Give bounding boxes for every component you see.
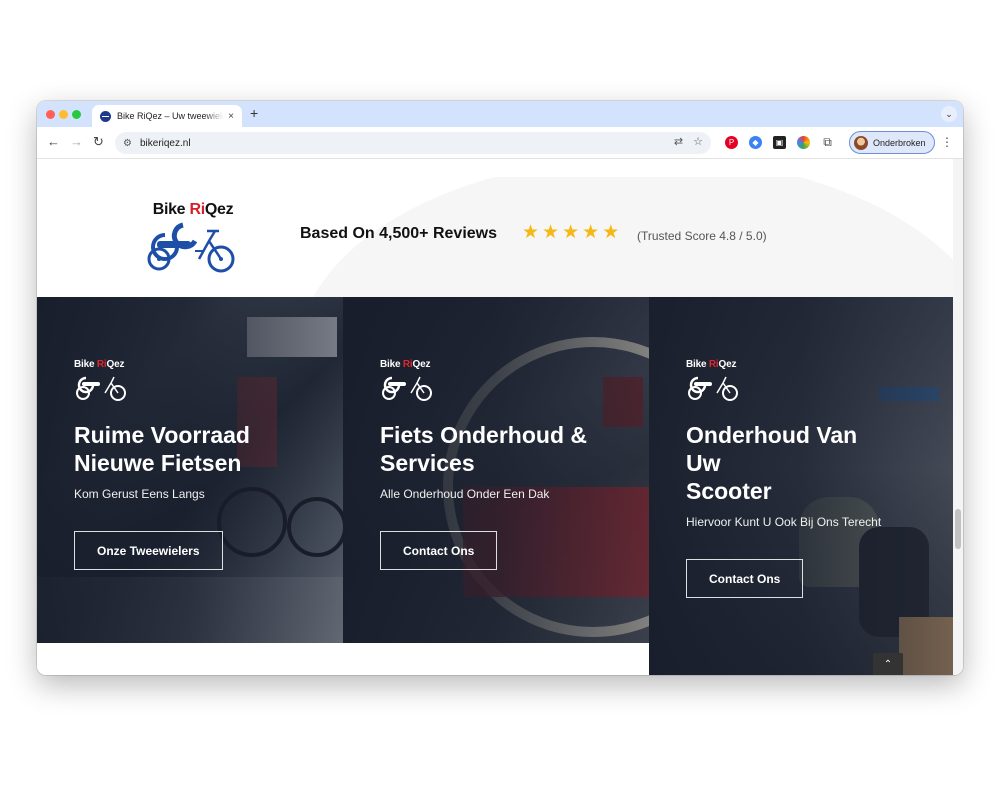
pinterest-icon[interactable]: P (725, 136, 738, 149)
star-icon: ★ (522, 222, 540, 243)
page-viewport: Bike RiQez Based On 4,500+ Reviews ★ ★ ★… (37, 159, 963, 675)
menu-icon[interactable]: ⋮ (941, 135, 953, 149)
reload-icon[interactable]: ↻ (93, 134, 104, 150)
card-title: Fiets Onderhoud & Services (380, 422, 587, 476)
avatar (854, 135, 868, 150)
browser-window: Bike RiQez – Uw tweewieler specialist × … (37, 101, 963, 675)
page-scrollbar[interactable] (953, 159, 963, 675)
star-icon: ★ (562, 222, 580, 243)
logo-text: Bike RiQez (152, 201, 234, 218)
puzzle-icon[interactable]: ⧉ (821, 135, 834, 149)
wallet-extension-icon[interactable]: ▣ (773, 136, 786, 149)
card-logo-text: Bike RiQez (74, 359, 125, 370)
card-logo: Bike RiQez (74, 359, 134, 403)
new-tab-button[interactable]: + (250, 105, 258, 121)
tab-search-button[interactable]: ⌄ (941, 106, 957, 122)
zoom-window-button[interactable] (72, 110, 81, 119)
bike-logo-icon (147, 222, 235, 273)
tab-title: Bike RiQez – Uw tweewieler specialist (117, 111, 224, 121)
site-favicon-icon (100, 110, 111, 122)
back-to-top-button[interactable]: ⌃ (873, 653, 903, 675)
card-new-bikes: Bike RiQez Ruime Voorraad Nieuwe Fietsen… (37, 297, 343, 643)
card-scooter-service: Bike RiQez Onderhoud Van Uw Scooter Hier… (649, 297, 955, 675)
contact-button[interactable]: Contact Ons (380, 531, 498, 570)
tag-extension-icon[interactable]: ◆ (749, 136, 762, 149)
feature-cards: Bike RiQez Ruime Voorraad Nieuwe Fietsen… (37, 297, 955, 675)
bike-logo-icon (76, 376, 126, 401)
site-logo[interactable]: Bike RiQez (143, 201, 243, 273)
card-logo-text: Bike RiQez (686, 359, 737, 370)
forward-icon[interactable]: → (70, 134, 83, 149)
color-extension-icon[interactable] (797, 136, 810, 149)
card-title: Onderhoud Van Uw Scooter (686, 422, 858, 504)
tab-strip: Bike RiQez – Uw tweewieler specialist × … (37, 101, 963, 127)
tab-close-icon[interactable]: × (228, 111, 234, 122)
back-icon[interactable]: ← (47, 134, 60, 149)
reviews-count: Based On 4,500+ Reviews (300, 225, 497, 242)
card-subtitle: Alle Onderhoud Onder Een Dak (380, 487, 550, 501)
card-subtitle: Hiervoor Kunt U Ook Bij Ons Terecht (686, 515, 882, 529)
card-logo: Bike RiQez (380, 359, 440, 403)
star-icon: ★ (542, 222, 560, 243)
profile-name: Onderbroken (873, 137, 926, 148)
browser-tab-active[interactable]: Bike RiQez – Uw tweewieler specialist × (92, 105, 242, 127)
translate-icon[interactable]: ⇄ (674, 135, 683, 148)
card-title: Ruime Voorraad Nieuwe Fietsen (74, 422, 250, 476)
bike-logo-icon (688, 376, 738, 401)
review-band: Bike RiQez Based On 4,500+ Reviews ★ ★ ★… (37, 177, 953, 297)
card-subtitle: Kom Gerust Eens Langs (74, 487, 205, 501)
minimize-window-button[interactable] (59, 110, 68, 119)
card-content: Bike RiQez Fiets Onderhoud & Services Al… (380, 359, 639, 570)
rating-stars: ★ ★ ★ ★ ★ (522, 223, 619, 243)
card-logo-text: Bike RiQez (380, 359, 431, 370)
profile-button[interactable]: Onderbroken (849, 131, 935, 154)
browser-toolbar: ← → ↻ ⚙ bikeriqez.nl ⇄ ☆ P ◆ ▣ ⧉ Onderbr… (37, 127, 963, 159)
card-content: Bike RiQez Onderhoud Van Uw Scooter Hier… (686, 359, 945, 598)
url-text[interactable]: bikeriqez.nl (140, 138, 191, 149)
card-logo: Bike RiQez (686, 359, 746, 403)
our-bikes-button[interactable]: Onze Tweewielers (74, 531, 223, 570)
bike-logo-icon (382, 376, 432, 401)
star-icon: ★ (602, 222, 620, 243)
site-settings-icon[interactable]: ⚙ (123, 138, 132, 149)
contact-button[interactable]: Contact Ons (686, 559, 804, 598)
star-icon: ★ (582, 222, 600, 243)
address-bar[interactable]: ⚙ bikeriqez.nl ⇄ ☆ (115, 132, 711, 154)
bookmark-star-icon[interactable]: ☆ (693, 135, 703, 148)
trusted-score: (Trusted Score 4.8 / 5.0) (637, 229, 767, 243)
card-content: Bike RiQez Ruime Voorraad Nieuwe Fietsen… (74, 359, 333, 570)
card-bike-service: Bike RiQez Fiets Onderhoud & Services Al… (343, 297, 649, 643)
close-window-button[interactable] (46, 110, 55, 119)
scrollbar-thumb[interactable] (955, 509, 961, 549)
